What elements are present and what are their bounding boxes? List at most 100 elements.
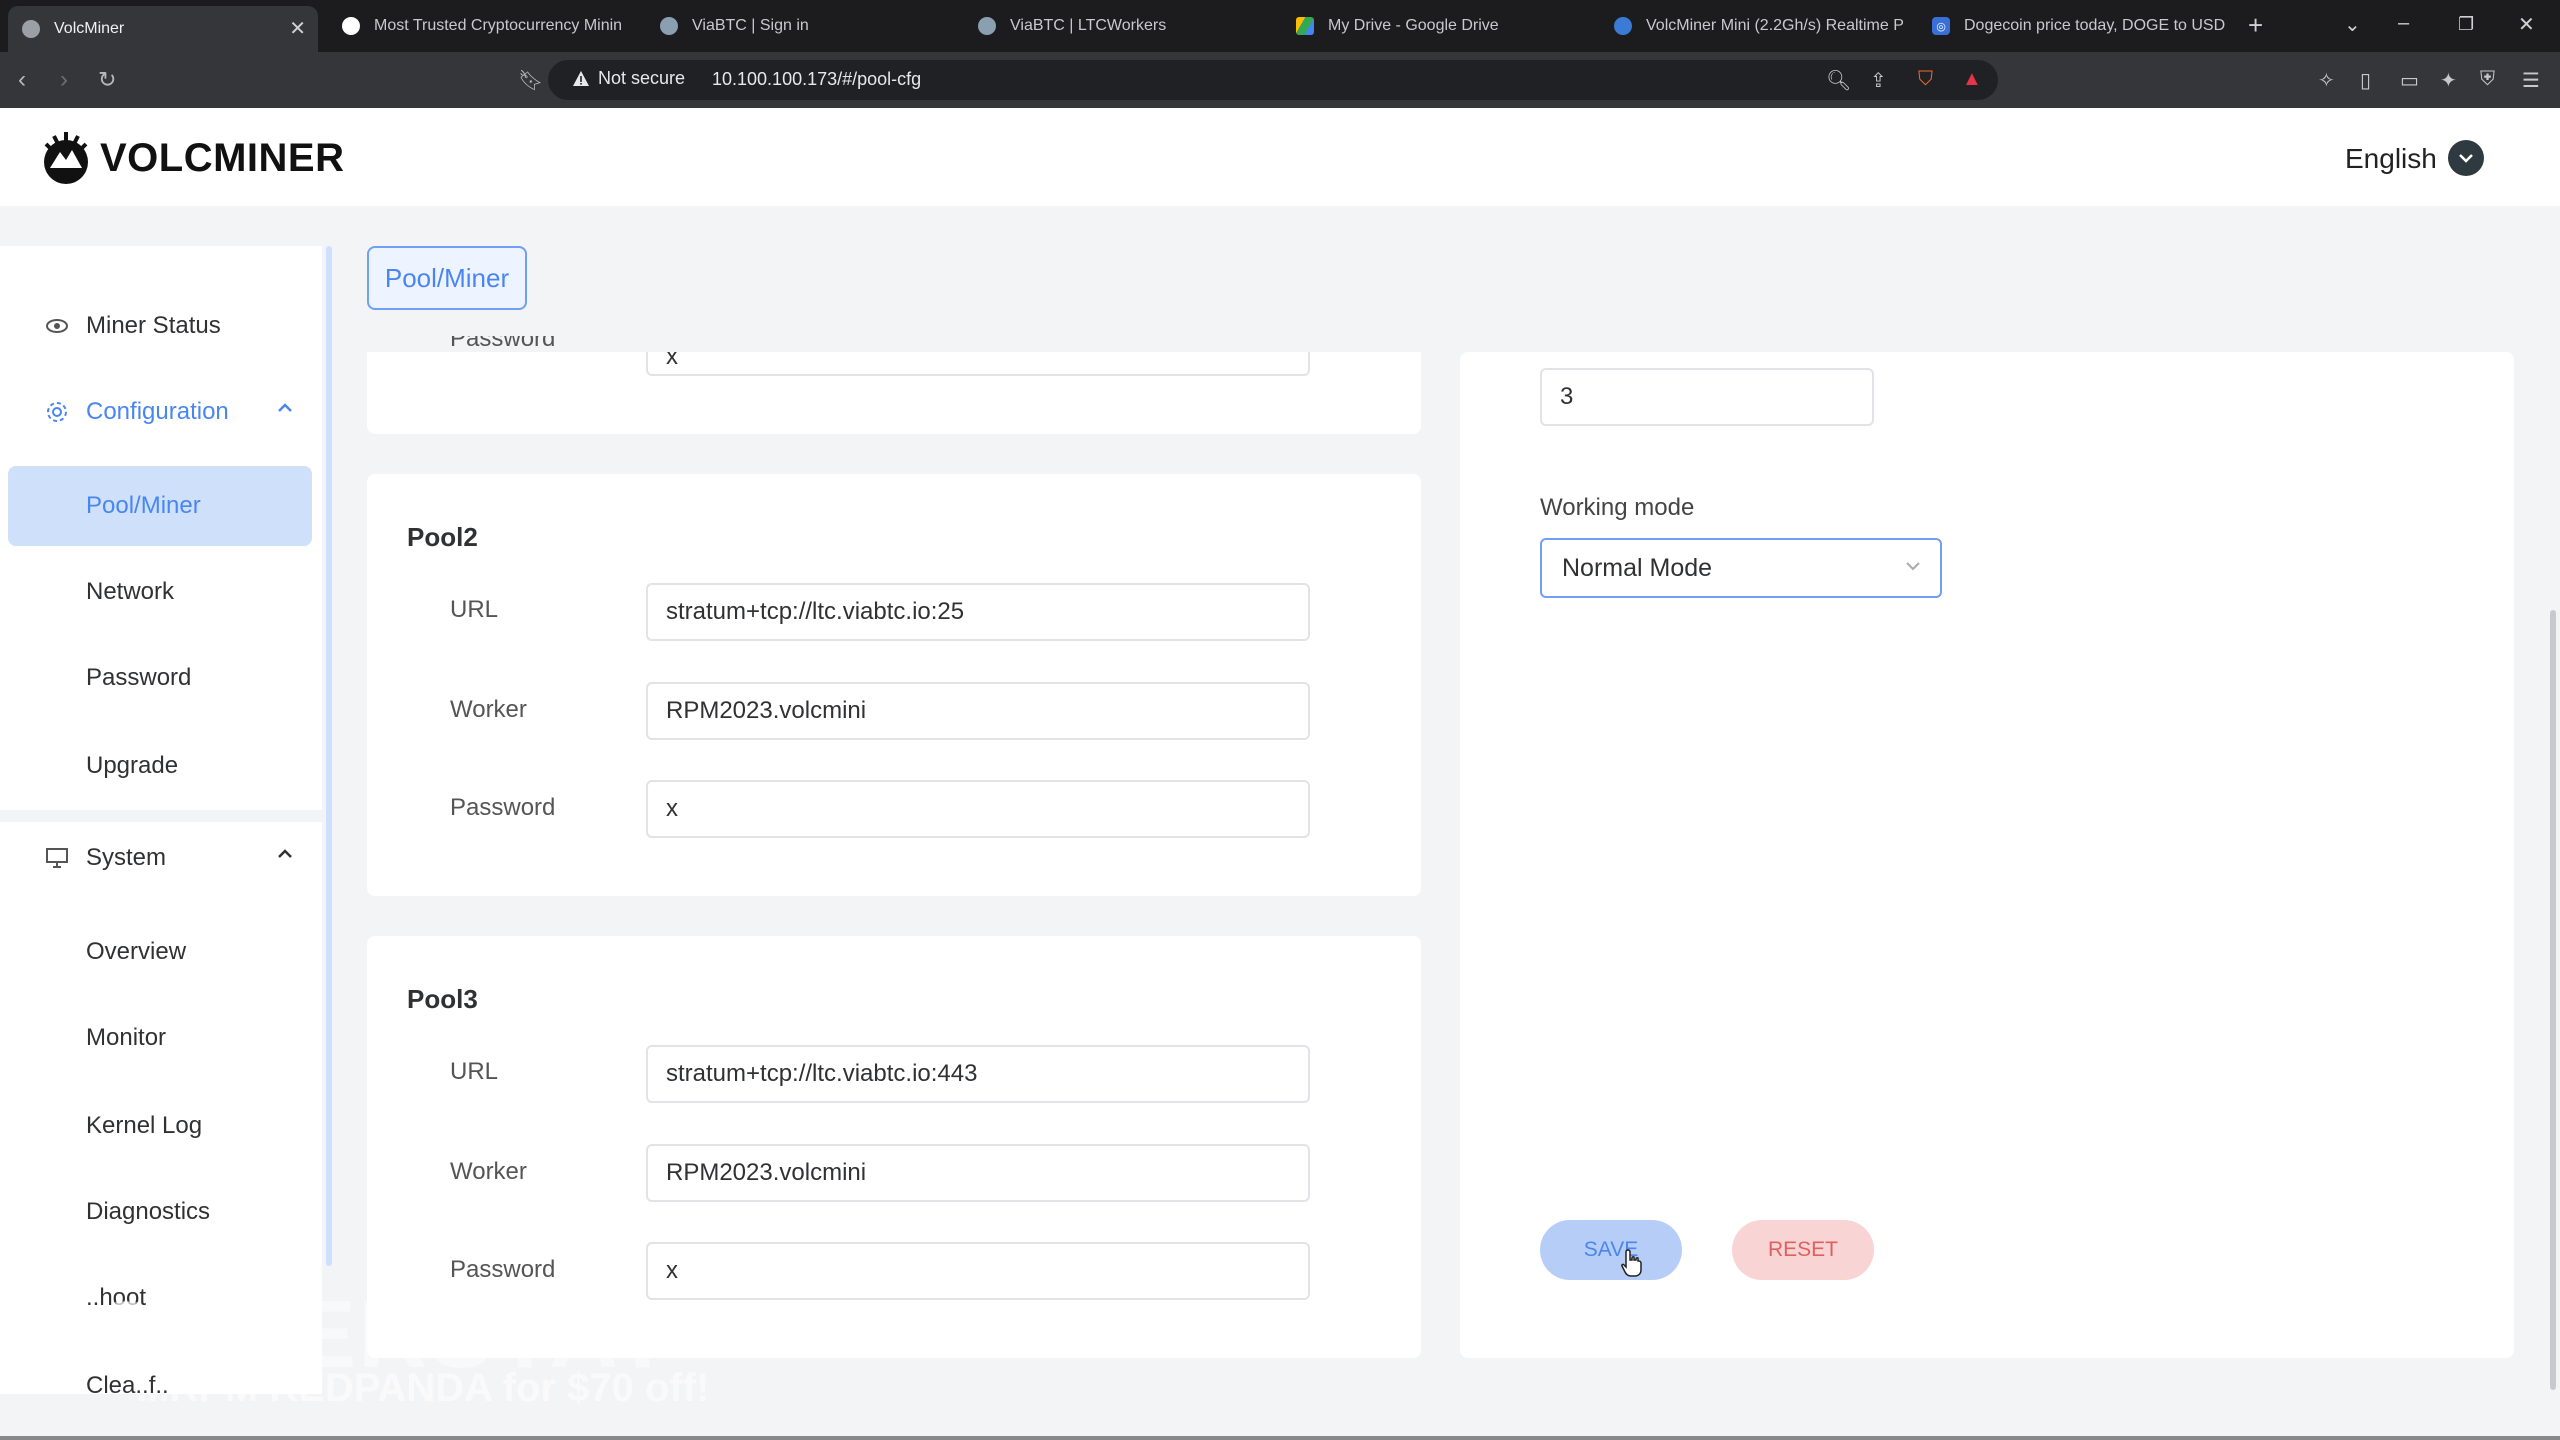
warning-icon (573, 70, 589, 86)
sidebar-item-kernel-log[interactable]: Kernel Log (0, 1086, 322, 1166)
sidebar-item-system[interactable]: System (0, 818, 322, 898)
tab-label: ViaBTC | Sign in (692, 17, 809, 34)
sidebar-toggle-icon[interactable]: ▯ (2360, 68, 2371, 93)
new-tab-icon[interactable]: + (2248, 10, 2263, 41)
tab-label: Most Trusted Cryptocurrency Minin (374, 17, 623, 34)
settings-value-input[interactable]: 3 (1540, 368, 1874, 426)
sidebar-item-monitor[interactable]: Monitor (0, 998, 322, 1078)
working-mode-value: Normal Mode (1562, 553, 1713, 582)
minimize-icon[interactable]: – (2398, 12, 2409, 35)
extensions-icon[interactable]: ✧ (2318, 68, 2335, 93)
working-mode-label: Working mode (1540, 494, 1695, 521)
language-label[interactable]: English (2345, 143, 2437, 175)
tab-search-chevron-icon[interactable]: ⌄ (2344, 12, 2361, 37)
sidebar-item-label: System (86, 844, 167, 871)
globe-icon (22, 20, 40, 38)
eye-icon (44, 313, 70, 339)
sidebar-item-pool-miner[interactable]: Pool/Miner (8, 466, 312, 546)
working-mode-select[interactable]: Normal Mode (1540, 538, 1942, 598)
wallet-icon[interactable]: ▭ (2400, 68, 2419, 93)
bookmark-icon[interactable]: 🔖︎ (518, 68, 543, 93)
security-label: Not secure (598, 68, 686, 88)
pool3-url-label: URL (450, 1058, 499, 1085)
pool2-worker-label: Worker (450, 696, 527, 723)
sidebar-item-configuration[interactable]: Configuration (0, 372, 322, 452)
viabtc-icon (660, 17, 678, 35)
viabtc-icon (978, 17, 996, 35)
back-icon[interactable]: ‹ (18, 66, 26, 94)
asic-icon (1614, 17, 1632, 35)
tab-cryptocurrency[interactable]: Most Trusted Cryptocurrency Minin (328, 6, 638, 46)
pool3-title: Pool3 (407, 984, 478, 1014)
sidebar: Miner Status Configuration Pool/Miner Ne… (0, 246, 322, 1394)
sidebar-item-label: Miner Status (86, 312, 221, 339)
tab-label: VolcMiner (54, 20, 125, 37)
sidebar-item-diagnostics[interactable]: Diagnostics (0, 1172, 322, 1252)
vpn-icon[interactable]: ⛨ (2480, 68, 2495, 91)
chevron-down-icon (1906, 562, 1920, 571)
sidebar-item-label: Password (86, 664, 192, 691)
sidebar-item-label: Network (86, 578, 175, 605)
watermark-promo: ...RPM REDPANDA for $70 off! (136, 1366, 710, 1410)
logo-text: VOLCMINER (100, 136, 345, 180)
tab-label: My Drive - Google Drive (1328, 17, 1499, 34)
sidebar-item-miner-status[interactable]: Miner Status (0, 286, 322, 366)
tab-dogecoin[interactable]: ◎ Dogecoin price today, DOGE to USD (1918, 6, 2228, 46)
sidebar-item-label: Diagnostics (86, 1198, 211, 1225)
browser-tab-bar: VolcMiner ✕ Most Trusted Cryptocurrency … (0, 0, 2560, 52)
window-close-icon[interactable]: ✕ (2518, 12, 2535, 37)
monitor-icon (44, 845, 70, 871)
gear-icon (44, 399, 70, 425)
url-text[interactable]: 10.100.100.173/#/pool-cfg (712, 69, 921, 90)
chevron-up-icon (278, 403, 292, 412)
brave-rewards-icon[interactable]: ▲ (1962, 68, 1982, 91)
reset-button[interactable]: RESET (1732, 1220, 1874, 1280)
tab-label: VolcMiner Mini (2.2Gh/s) Realtime P (1646, 17, 1904, 34)
save-button[interactable]: SAVE (1540, 1220, 1682, 1280)
volcminer-logo-icon (44, 132, 88, 184)
bottom-edge (0, 1436, 2560, 1440)
sidebar-item-upgrade[interactable]: Upgrade (0, 726, 322, 806)
pool2-url-label: URL (450, 596, 499, 623)
sidebar-item-network[interactable]: Network (0, 552, 322, 632)
site-icon (342, 17, 360, 35)
tab-google-drive[interactable]: My Drive - Google Drive (1282, 6, 1592, 46)
pool3-password-input[interactable]: x (646, 1242, 1310, 1300)
pool3-worker-label: Worker (450, 1158, 527, 1185)
tab-volcminer-mini[interactable]: VolcMiner Mini (2.2Gh/s) Realtime P (1600, 6, 1910, 46)
forward-icon[interactable]: › (60, 66, 68, 94)
tab-viabtc-signin[interactable]: ViaBTC | Sign in (646, 6, 956, 46)
restore-icon[interactable]: ❐ (2458, 14, 2474, 35)
chevron-up-icon (278, 849, 292, 858)
share-icon[interactable]: ⇪ (1870, 68, 1887, 93)
pool3-worker-input[interactable]: RPM2023.volcmini (646, 1144, 1310, 1202)
sidebar-item-label: Upgrade (86, 752, 179, 779)
pool3-url-input[interactable]: stratum+tcp://ltc.viabtc.io:443 (646, 1045, 1310, 1103)
tab-label: ViaBTC | LTCWorkers (1010, 17, 1167, 34)
menu-icon[interactable]: ☰ (2522, 68, 2540, 93)
chevron-down-icon (2459, 154, 2473, 163)
pool2-password-input[interactable]: x (646, 780, 1310, 838)
pool2-password-label: Password (450, 794, 556, 821)
leo-icon[interactable]: ✦ (2440, 68, 2457, 93)
zoom-icon[interactable]: 🔍︎ (1826, 68, 1851, 93)
tab-volcminer[interactable]: VolcMiner ✕ (8, 6, 318, 52)
language-dropdown-button[interactable] (2448, 140, 2484, 176)
hand-cursor-icon (1621, 1249, 1642, 1277)
pool2-url-input[interactable]: stratum+tcp://ltc.viabtc.io:25 (646, 583, 1310, 641)
sidebar-item-password[interactable]: Password (0, 638, 322, 718)
page-scrollbar[interactable] (2550, 610, 2556, 1390)
pool2-worker-input[interactable]: RPM2023.volcmini (646, 682, 1310, 740)
tab-pool-miner[interactable]: Pool/Miner (367, 246, 527, 310)
tab-viabtc-ltcworkers[interactable]: ViaBTC | LTCWorkers (964, 6, 1274, 46)
security-indicator[interactable]: Not secure (572, 68, 685, 89)
pool1-password-input[interactable]: x (646, 352, 1310, 376)
brave-shield-icon[interactable]: ⛉ (1918, 68, 1933, 91)
sidebar-item-overview[interactable]: Overview (0, 912, 322, 992)
sidebar-scrollbar[interactable] (326, 246, 332, 1266)
reload-icon[interactable]: ↻ (98, 67, 116, 93)
close-tab-icon[interactable]: ✕ (289, 16, 306, 41)
sidebar-item-label: Monitor (86, 1024, 167, 1051)
google-drive-icon (1296, 17, 1314, 35)
sidebar-item-label: Kernel Log (86, 1112, 203, 1139)
